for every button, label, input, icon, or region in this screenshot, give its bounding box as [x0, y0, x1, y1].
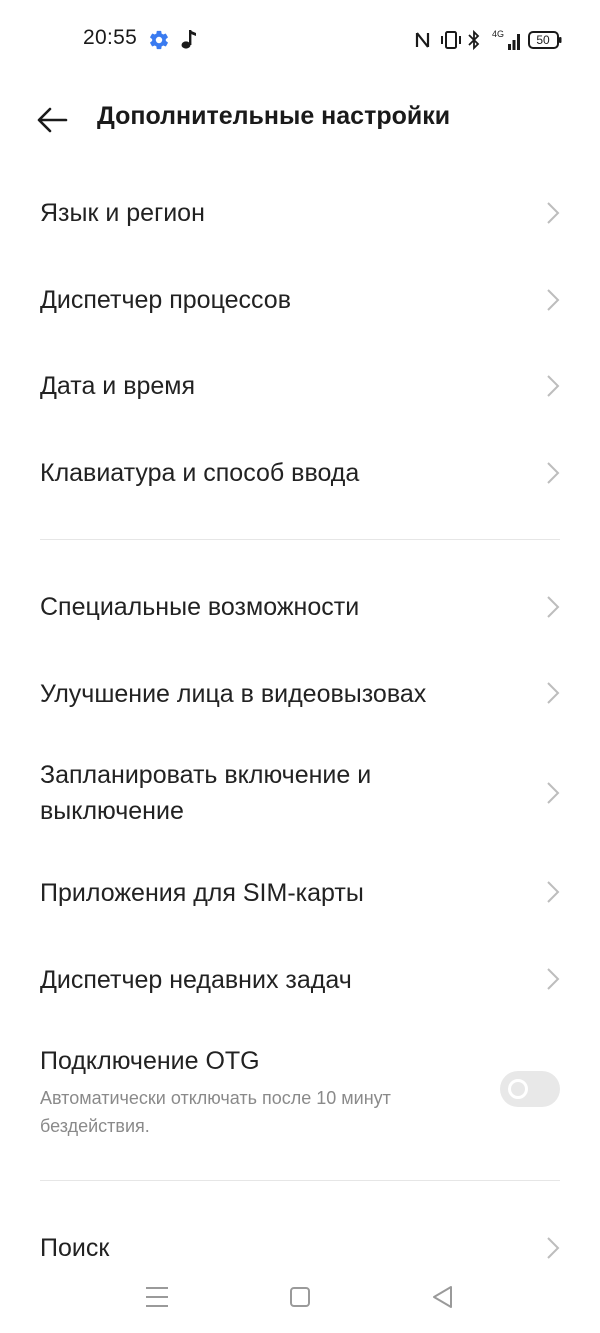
settings-item-label: Диспетчер недавних задач	[40, 966, 352, 994]
otg-toggle[interactable]	[500, 1071, 560, 1107]
chevron-right-icon	[547, 289, 560, 311]
settings-item-task-manager[interactable]: Диспетчер процессов	[0, 256, 600, 342]
page-title: Дополнительные настройки	[97, 102, 451, 130]
settings-item-label: Дата и время	[40, 372, 196, 400]
music-note-icon	[181, 30, 196, 49]
home-icon[interactable]	[286, 1283, 314, 1311]
back-triangle-icon[interactable]	[429, 1283, 457, 1311]
nfc-icon	[415, 32, 430, 48]
settings-item-otg: Подключение OTG Автоматически отключать …	[0, 1021, 600, 1161]
chevron-right-icon	[547, 782, 560, 804]
chevron-right-icon	[547, 682, 560, 704]
settings-item-face-beauty[interactable]: Улучшение лица в видеовызовах	[0, 649, 600, 735]
status-time: 20:55	[83, 26, 138, 49]
chevron-right-icon	[547, 1237, 560, 1259]
settings-item-description-line2: бездействия.	[40, 1116, 150, 1136]
chevron-right-icon	[547, 596, 560, 618]
gear-icon	[150, 30, 168, 50]
settings-item-accessibility[interactable]: Специальные возможности	[0, 563, 600, 649]
battery-icon: 50	[528, 28, 562, 52]
settings-item-keyboard[interactable]: Клавиатура и способ ввода	[0, 428, 600, 518]
settings-item-date-time[interactable]: Дата и время	[0, 342, 600, 428]
signal-icon: 4G	[492, 29, 520, 50]
header: Дополнительные настройки	[0, 80, 600, 160]
arrow-left-icon[interactable]	[34, 100, 74, 140]
settings-item-sim-apps[interactable]: Приложения для SIM-карты	[0, 849, 600, 935]
settings-item-label-line1: Запланировать включение и	[40, 761, 372, 789]
settings-item-label: Клавиатура и способ ввода	[40, 459, 360, 487]
status-bar: 20:55 4G 50	[0, 0, 600, 80]
chevron-right-icon	[547, 881, 560, 903]
chevron-right-icon	[547, 375, 560, 397]
settings-item-label-line2: выключение	[40, 797, 184, 825]
battery-level: 50	[536, 33, 550, 47]
section-divider	[40, 1180, 560, 1181]
settings-item-label: Язык и регион	[40, 199, 205, 227]
section-divider	[40, 539, 560, 540]
settings-item-label: Специальные возможности	[40, 593, 360, 621]
bluetooth-icon	[468, 29, 480, 51]
settings-item-label: Подключение OTG	[40, 1047, 260, 1075]
chevron-right-icon	[547, 462, 560, 484]
chevron-right-icon	[547, 202, 560, 224]
navigation-bar	[0, 1265, 600, 1333]
network-type: 4G	[492, 29, 504, 39]
settings-item-description: Автоматически отключать после 10 минут	[40, 1088, 391, 1108]
settings-item-label: Улучшение лица в видеовызовах	[40, 680, 427, 708]
settings-item-recent-tasks[interactable]: Диспетчер недавних задач	[0, 935, 600, 1021]
menu-icon[interactable]	[143, 1283, 171, 1311]
chevron-right-icon	[547, 968, 560, 990]
settings-item-language[interactable]: Язык и регион	[0, 170, 600, 256]
settings-item-label: Диспетчер процессов	[40, 286, 291, 314]
vibrate-icon	[441, 31, 461, 49]
settings-item-schedule-power[interactable]: Запланировать включение и выключение	[0, 735, 600, 849]
settings-item-label: Поиск	[40, 1234, 110, 1262]
toggle-knob	[508, 1079, 528, 1099]
settings-item-label: Приложения для SIM-карты	[40, 879, 364, 907]
